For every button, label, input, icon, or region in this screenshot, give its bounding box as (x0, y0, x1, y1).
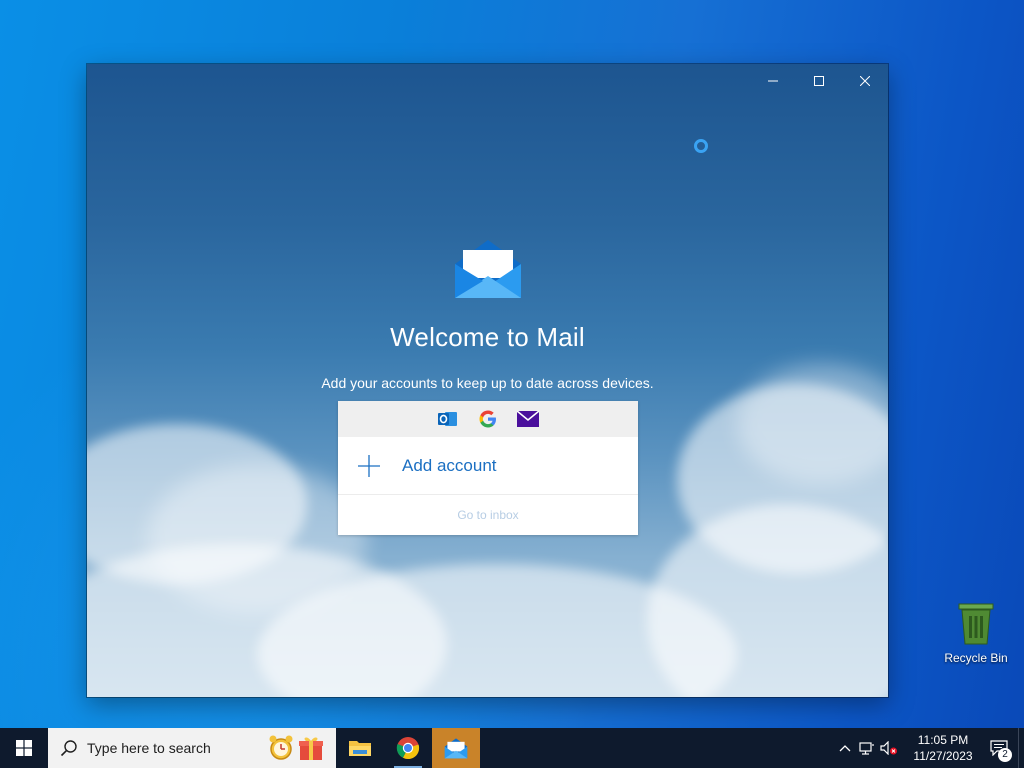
yahoo-mail-icon (517, 408, 539, 430)
file-explorer-icon (349, 741, 371, 756)
search-placeholder: Type here to search (87, 740, 211, 756)
recycle-bin-label: Recycle Bin (944, 651, 1008, 665)
show-desktop-button[interactable] (1018, 728, 1024, 768)
clock-time: 11:05 PM (917, 733, 969, 747)
taskbar: Type here to search 11:05 PM 11/27/2023 … (0, 728, 1024, 768)
recycle-bin-icon (958, 603, 994, 645)
taskbar-search-box[interactable]: Type here to search (48, 728, 336, 768)
notification-count-badge: 2 (998, 748, 1012, 762)
show-hidden-icons-button[interactable] (834, 728, 856, 768)
account-panel: Add account Go to inbox (338, 401, 638, 535)
window-controls (750, 64, 888, 98)
network-button[interactable] (856, 728, 878, 768)
chrome-icon (396, 737, 420, 760)
provider-strip (338, 401, 638, 437)
add-account-label: Add account (402, 455, 497, 475)
close-icon (860, 76, 870, 86)
go-to-inbox-link[interactable]: Go to inbox (338, 495, 638, 535)
start-button[interactable] (0, 728, 48, 768)
alarm-clock-icon (269, 735, 293, 760)
volume-button[interactable] (878, 728, 900, 768)
taskbar-mail[interactable] (432, 728, 480, 768)
taskbar-clock[interactable]: 11:05 PM 11/27/2023 (906, 732, 980, 764)
welcome-subtitle: Add your accounts to keep up to date acr… (321, 375, 654, 391)
maximize-icon (814, 76, 824, 86)
plus-icon (358, 454, 380, 477)
maximize-button[interactable] (796, 64, 842, 98)
chevron-up-icon (839, 745, 851, 752)
recycle-bin-desktop-icon[interactable]: Recycle Bin (940, 602, 1012, 665)
system-tray: 11:05 PM 11/27/2023 2 (834, 728, 1024, 768)
search-icon (60, 740, 77, 757)
cloud (647, 504, 888, 697)
mail-logo-icon (455, 240, 521, 298)
search-highlight (268, 734, 324, 762)
network-icon (859, 742, 874, 755)
taskbar-file-explorer[interactable] (336, 728, 384, 768)
clock-date: 11/27/2023 (913, 749, 973, 763)
outlook-icon (437, 408, 459, 430)
mail-icon (444, 738, 468, 759)
gift-icon (299, 737, 323, 760)
google-icon (477, 408, 499, 430)
minimize-button[interactable] (750, 64, 796, 98)
close-button[interactable] (842, 64, 888, 98)
desktop: Welcome to Mail Add your accounts to kee… (0, 0, 1024, 728)
add-account-button[interactable]: Add account (338, 437, 638, 495)
taskbar-chrome[interactable] (384, 728, 432, 768)
loading-spinner-icon (694, 139, 708, 153)
volume-muted-icon (880, 741, 897, 755)
welcome-title: Welcome to Mail (390, 322, 585, 352)
action-center-button[interactable]: 2 (980, 728, 1018, 768)
mail-window: Welcome to Mail Add your accounts to kee… (87, 64, 888, 697)
minimize-icon (768, 80, 778, 82)
windows-logo-icon (16, 740, 32, 756)
